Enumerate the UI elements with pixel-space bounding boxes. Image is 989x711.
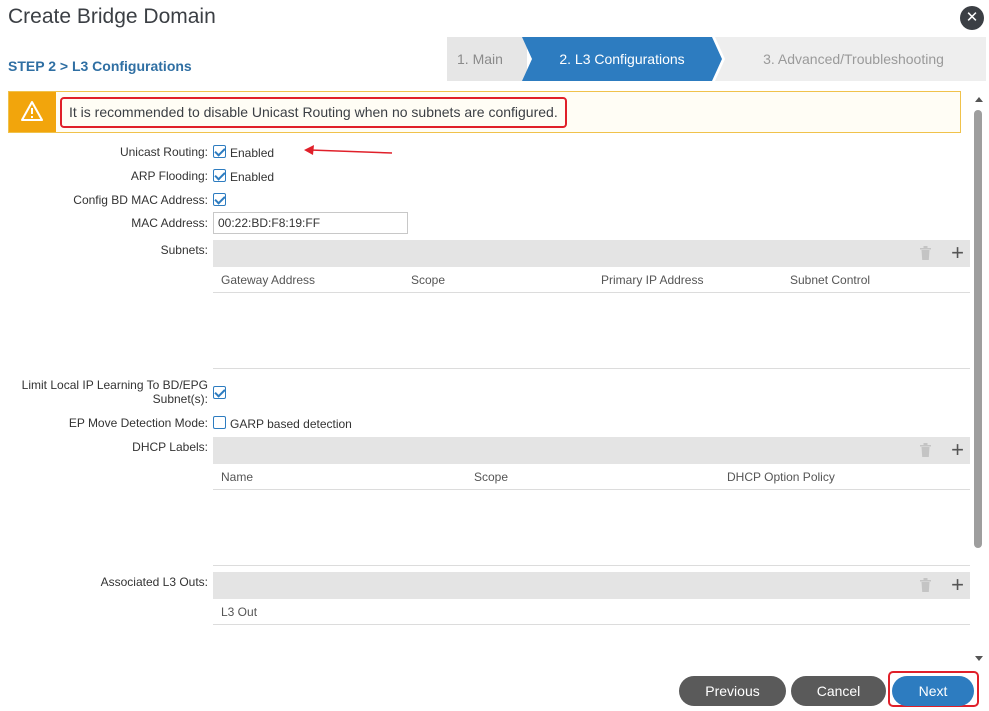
dhcp-toolbar: + — [213, 437, 970, 464]
scroll-up-arrow[interactable] — [975, 97, 983, 102]
limit-local-ip-label: Limit Local IP Learning To BD/EPG Subnet… — [22, 378, 208, 406]
l3-outs-label: Associated L3 Outs: — [100, 575, 208, 589]
l3-outs-toolbar: + — [213, 572, 970, 599]
arp-flooding-text: Enabled — [230, 170, 275, 184]
dhcp-col-option-policy[interactable]: DHCP Option Policy — [727, 470, 835, 484]
scrollbar-thumb[interactable] — [974, 110, 982, 548]
subnets-col-gateway[interactable]: Gateway Address — [221, 273, 315, 287]
wizard-step-advanced[interactable]: 3. Advanced/Troubleshooting — [715, 37, 986, 81]
warning-banner: It is recommended to disable Unicast Rou… — [8, 91, 961, 133]
mac-address-input[interactable]: 00:22:BD:F8:19:FF — [213, 212, 408, 234]
wizard-step-l3-configurations[interactable]: 2. L3 Configurations — [522, 37, 722, 81]
limit-local-ip-label-line2: Subnet(s): — [152, 392, 208, 406]
divider — [213, 624, 970, 625]
subnets-toolbar: + — [213, 240, 970, 267]
ep-move-checkbox[interactable] — [213, 416, 226, 429]
unicast-routing-label: Unicast Routing: — [119, 145, 208, 159]
arp-flooding-checkbox[interactable] — [213, 169, 226, 182]
warning-icon — [9, 92, 56, 132]
wizard-steps: 1. Main 3. Advanced/Troubleshooting 2. L… — [447, 37, 986, 81]
divider — [213, 565, 970, 566]
unicast-routing-checkbox[interactable] — [213, 145, 226, 158]
trash-icon[interactable] — [919, 246, 932, 265]
subnets-col-primary-ip[interactable]: Primary IP Address — [601, 273, 703, 287]
trash-icon[interactable] — [919, 443, 932, 462]
step-label: STEP 2 > L3 Configurations — [8, 58, 192, 74]
scroll-down-arrow[interactable] — [975, 656, 983, 661]
config-bd-mac-checkbox[interactable] — [213, 193, 226, 206]
add-icon[interactable]: + — [951, 438, 964, 462]
limit-local-ip-label-line1: Limit Local IP Learning To BD/EPG — [21, 378, 208, 392]
trash-icon[interactable] — [919, 578, 932, 597]
add-icon[interactable]: + — [951, 573, 964, 597]
close-icon[interactable]: ✕ — [960, 6, 984, 30]
dhcp-col-scope[interactable]: Scope — [474, 470, 508, 484]
next-button[interactable]: Next — [892, 676, 974, 706]
divider — [213, 489, 970, 490]
unicast-routing-text: Enabled — [230, 146, 275, 160]
previous-button[interactable]: Previous — [679, 676, 786, 706]
add-icon[interactable]: + — [951, 241, 964, 265]
ep-move-label: EP Move Detection Mode: — [68, 416, 208, 430]
limit-local-ip-checkbox[interactable] — [213, 386, 226, 399]
dhcp-labels-label: DHCP Labels: — [132, 440, 208, 454]
warning-text: It is recommended to disable Unicast Rou… — [60, 97, 567, 128]
dialog-title: Create Bridge Domain — [8, 5, 216, 28]
subnets-col-scope[interactable]: Scope — [411, 273, 445, 287]
subnets-label: Subnets: — [160, 243, 208, 257]
ep-move-text: GARP based detection — [230, 417, 352, 431]
l3-outs-col-name[interactable]: L3 Out — [221, 605, 257, 619]
mac-address-label: MAC Address: — [131, 216, 208, 230]
config-bd-mac-label: Config BD MAC Address: — [73, 193, 208, 207]
subnets-col-subnet-control[interactable]: Subnet Control — [790, 273, 870, 287]
arp-flooding-label: ARP Flooding: — [130, 169, 208, 183]
cancel-button[interactable]: Cancel — [791, 676, 886, 706]
divider — [213, 292, 970, 293]
dhcp-col-name[interactable]: Name — [221, 470, 253, 484]
wizard-step-main[interactable]: 1. Main — [447, 37, 527, 81]
divider — [213, 368, 970, 369]
annotation-arrow — [304, 145, 393, 155]
